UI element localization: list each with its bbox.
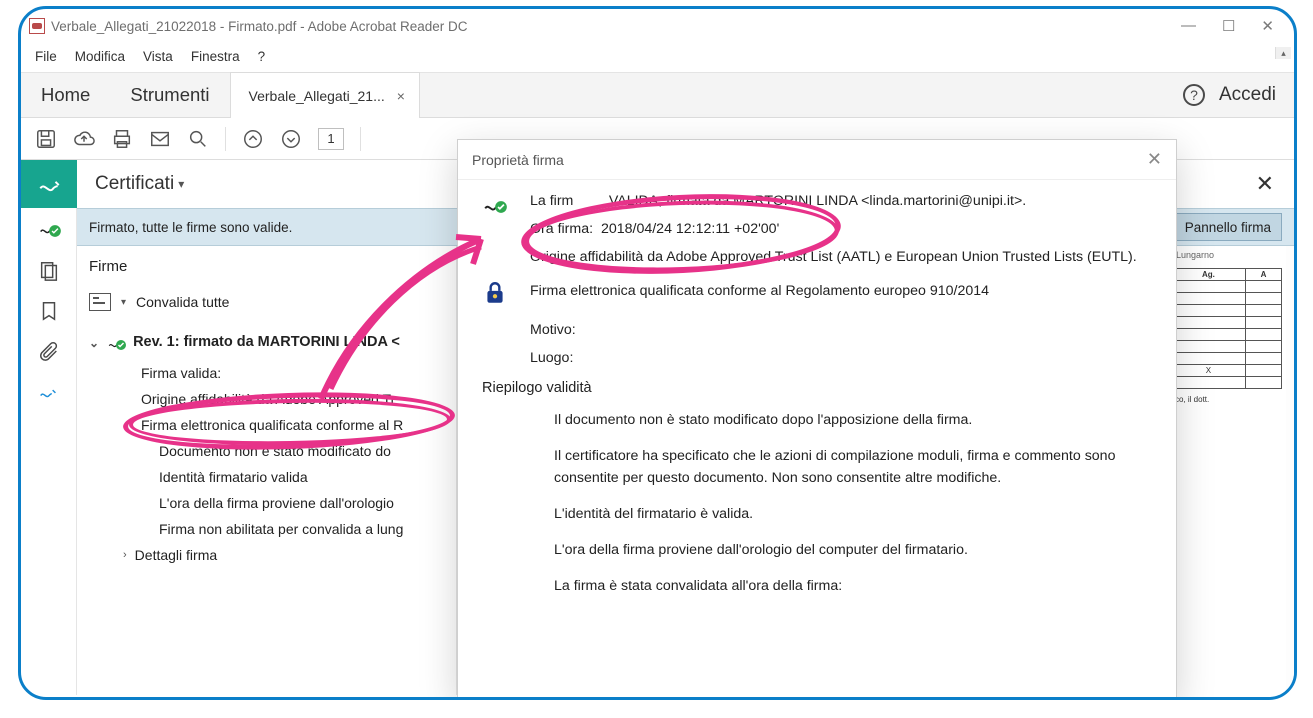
firme-title: Firme <box>89 258 456 275</box>
identita-valida-line: Identità firmatario valida <box>159 469 456 485</box>
chevron-down-icon: ⌄ <box>89 336 99 350</box>
thumbnails-icon[interactable] <box>38 260 60 282</box>
chevron-right-icon: › <box>123 549 127 561</box>
menu-file[interactable]: File <box>35 49 57 64</box>
caret-down-icon: ▾ <box>121 297 126 308</box>
dialog-luogo: Luogo: <box>530 347 1152 369</box>
signature-valid-icon <box>482 190 510 274</box>
document-page-snippet: , Lungarno Ag.A X sco, il dott. <box>1166 246 1286 695</box>
qualificata-line: Firma elettronica qualificata conforme a… <box>141 417 456 433</box>
maximize-button[interactable]: ☐ <box>1222 17 1235 35</box>
scroll-up-icon[interactable]: ▴ <box>1275 47 1291 59</box>
bookmark-icon[interactable] <box>38 300 60 322</box>
signatures-icon[interactable] <box>38 380 60 402</box>
revision-1-row[interactable]: ⌄ Rev. 1: firmato da MARTORINI LINDA < <box>89 333 456 351</box>
origine-line: Origine affidabilità da Adobe Approved T… <box>141 391 456 407</box>
minimize-button[interactable]: — <box>1181 17 1196 35</box>
riepilogo-item: Il documento non è stato modificato dopo… <box>554 409 1152 431</box>
close-window-button[interactable]: ✕ <box>1261 17 1274 35</box>
tab-document-label: Verbale_Allegati_21... <box>249 88 385 104</box>
caret-down-icon: ▾ <box>178 177 184 191</box>
tab-document[interactable]: Verbale_Allegati_21... × <box>230 72 420 118</box>
dialog-origine-line: Origine affidabilità da Adobe Approved T… <box>530 246 1152 268</box>
firma-valida-line: Firma valida: <box>141 365 456 381</box>
print-icon[interactable] <box>111 128 133 150</box>
certificati-dropdown[interactable]: Certificati ▾ <box>77 173 184 195</box>
riepilogo-item: La firma è stata convalidata all'ora del… <box>554 575 1152 597</box>
certificati-close[interactable]: ✕ <box>1256 171 1294 197</box>
dialog-orafirma-line: Ora firma: 2018/04/24 12:12:11 +02'00' <box>530 218 1152 240</box>
convalida-tutte-button[interactable]: ▾ Convalida tutte <box>89 293 456 311</box>
titlebar: Verbale_Allegati_21022018 - Firmato.pdf … <box>21 9 1294 43</box>
dettagli-firma[interactable]: › Dettagli firma <box>123 547 456 563</box>
lock-eu-icon <box>482 280 510 313</box>
window-title: Verbale_Allegati_21022018 - Firmato.pdf … <box>51 19 468 34</box>
toolbar-separator <box>225 127 226 151</box>
dialog-riepilogo-list: Il documento non è stato modificato dopo… <box>554 409 1152 597</box>
tab-home[interactable]: Home <box>21 84 110 106</box>
dialog-titlebar: Proprietà firma ✕ <box>458 140 1176 180</box>
help-button[interactable]: ? <box>1183 84 1205 106</box>
certificati-icon <box>21 160 77 208</box>
tab-document-close[interactable]: × <box>397 88 405 104</box>
doc-mini-table: Ag.A X <box>1171 268 1282 389</box>
dialog-body: La firm VALIDA, firmata da MARTORINI LIN… <box>458 180 1176 698</box>
signature-ok-icon <box>107 333 125 351</box>
tab-strumenti[interactable]: Strumenti <box>110 84 229 106</box>
doc-header-text: , Lungarno <box>1171 250 1282 260</box>
dialog-riepilogo-title: Riepilogo validità <box>482 377 1152 399</box>
signature-valid-icon <box>38 216 60 238</box>
left-nav-column <box>21 246 77 695</box>
attachment-icon[interactable] <box>38 340 60 362</box>
menu-vista[interactable]: Vista <box>143 49 173 64</box>
window-frame: Verbale_Allegati_21022018 - Firmato.pdf … <box>18 6 1297 700</box>
dialog-motivo: Motivo: <box>530 319 1152 341</box>
page-up-icon[interactable] <box>242 128 264 150</box>
page-number-input[interactable] <box>318 128 344 150</box>
menu-modifica[interactable]: Modifica <box>75 49 125 64</box>
signed-banner-text: Firmato, tutte le firme sono valide. <box>89 220 292 235</box>
mail-icon[interactable] <box>149 128 171 150</box>
toolbar-separator <box>360 127 361 151</box>
proprieta-firma-dialog: Proprietà firma ✕ La firm VALIDA, firmat… <box>457 139 1177 699</box>
doc-footer-text: sco, il dott. <box>1171 395 1282 404</box>
validate-all-icon <box>89 293 111 311</box>
search-icon[interactable] <box>187 128 209 150</box>
doc-not-modified-line: Documento non è stato modificato do <box>159 443 456 459</box>
pdf-file-icon <box>29 18 45 34</box>
save-icon[interactable] <box>35 128 57 150</box>
accedi-link[interactable]: Accedi <box>1219 84 1276 106</box>
tab-row: Home Strumenti Verbale_Allegati_21... × … <box>21 72 1294 118</box>
riepilogo-item: L'ora della firma proviene dall'orologio… <box>554 539 1152 561</box>
menubar: File Modifica Vista Finestra ? <box>21 43 1294 72</box>
dialog-qualified-line: Firma elettronica qualificata conforme a… <box>530 280 1152 302</box>
riepilogo-item: L'identità del firmatario è valida. <box>554 503 1152 525</box>
riepilogo-item: Il certificatore ha specificato che le a… <box>554 445 1152 489</box>
dialog-valid-line: La firm VALIDA, firmata da MARTORINI LIN… <box>530 190 1152 212</box>
dialog-close-button[interactable]: ✕ <box>1147 149 1162 170</box>
firme-panel: Firme ▾ Convalida tutte ⌄ Rev. 1: firmat… <box>77 246 457 695</box>
page-down-icon[interactable] <box>280 128 302 150</box>
left-nav <box>21 208 77 246</box>
ora-firma-line: L'ora della firma proviene dall'orologio <box>159 495 456 511</box>
firma-non-abilitata-line: Firma non abilitata per convalida a lung <box>159 521 456 537</box>
dialog-title: Proprietà firma <box>472 152 564 168</box>
menu-help[interactable]: ? <box>258 49 266 64</box>
menu-finestra[interactable]: Finestra <box>191 49 240 64</box>
revision-details: Firma valida: Origine affidabilità da Ad… <box>141 365 456 563</box>
cloud-upload-icon[interactable] <box>73 128 95 150</box>
